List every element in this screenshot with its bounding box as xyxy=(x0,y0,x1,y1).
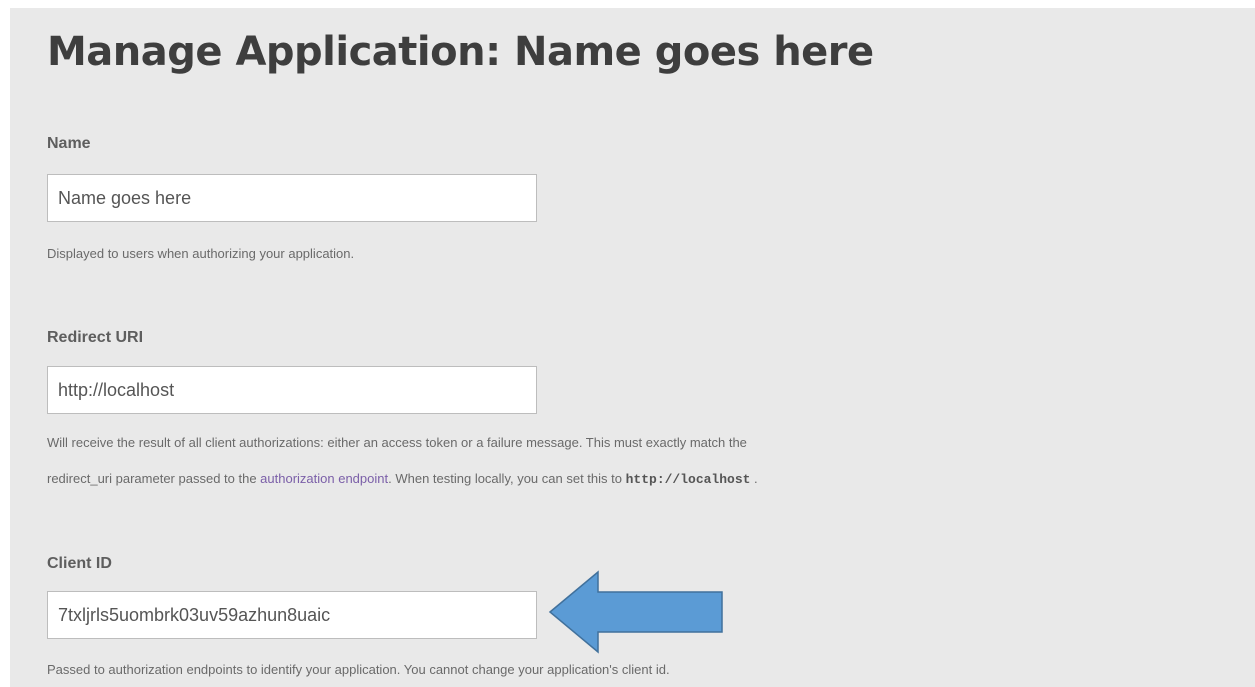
redirect-uri-help-line1: Will receive the result of all client au… xyxy=(47,435,747,450)
redirect-uri-field[interactable] xyxy=(47,366,537,414)
page-title: Manage Application: Name goes here xyxy=(47,29,874,75)
redirect-uri-help-prefix: redirect_uri parameter passed to the xyxy=(47,471,261,486)
authorization-endpoint-link[interactable]: authorization endpoint xyxy=(260,471,388,486)
redirect-uri-help-middle: . When testing locally, you can set this… xyxy=(388,471,626,486)
client-id-label: Client ID xyxy=(47,555,112,572)
name-label: Name xyxy=(47,135,91,152)
localhost-code: http://localhost xyxy=(625,472,751,487)
client-id-help-text: Passed to authorization endpoints to ide… xyxy=(47,662,670,677)
name-help-text: Displayed to users when authorizing your… xyxy=(47,246,355,261)
left-arrow-icon xyxy=(548,570,723,654)
client-id-field[interactable] xyxy=(47,591,537,639)
name-field[interactable] xyxy=(47,174,537,222)
redirect-uri-help-line2: redirect_uri parameter passed to the aut… xyxy=(47,467,758,492)
redirect-uri-label: Redirect URI xyxy=(47,329,144,346)
redirect-uri-help-suffix: . xyxy=(750,471,758,486)
page-panel: Manage Application: Name goes here Name … xyxy=(10,8,1255,687)
